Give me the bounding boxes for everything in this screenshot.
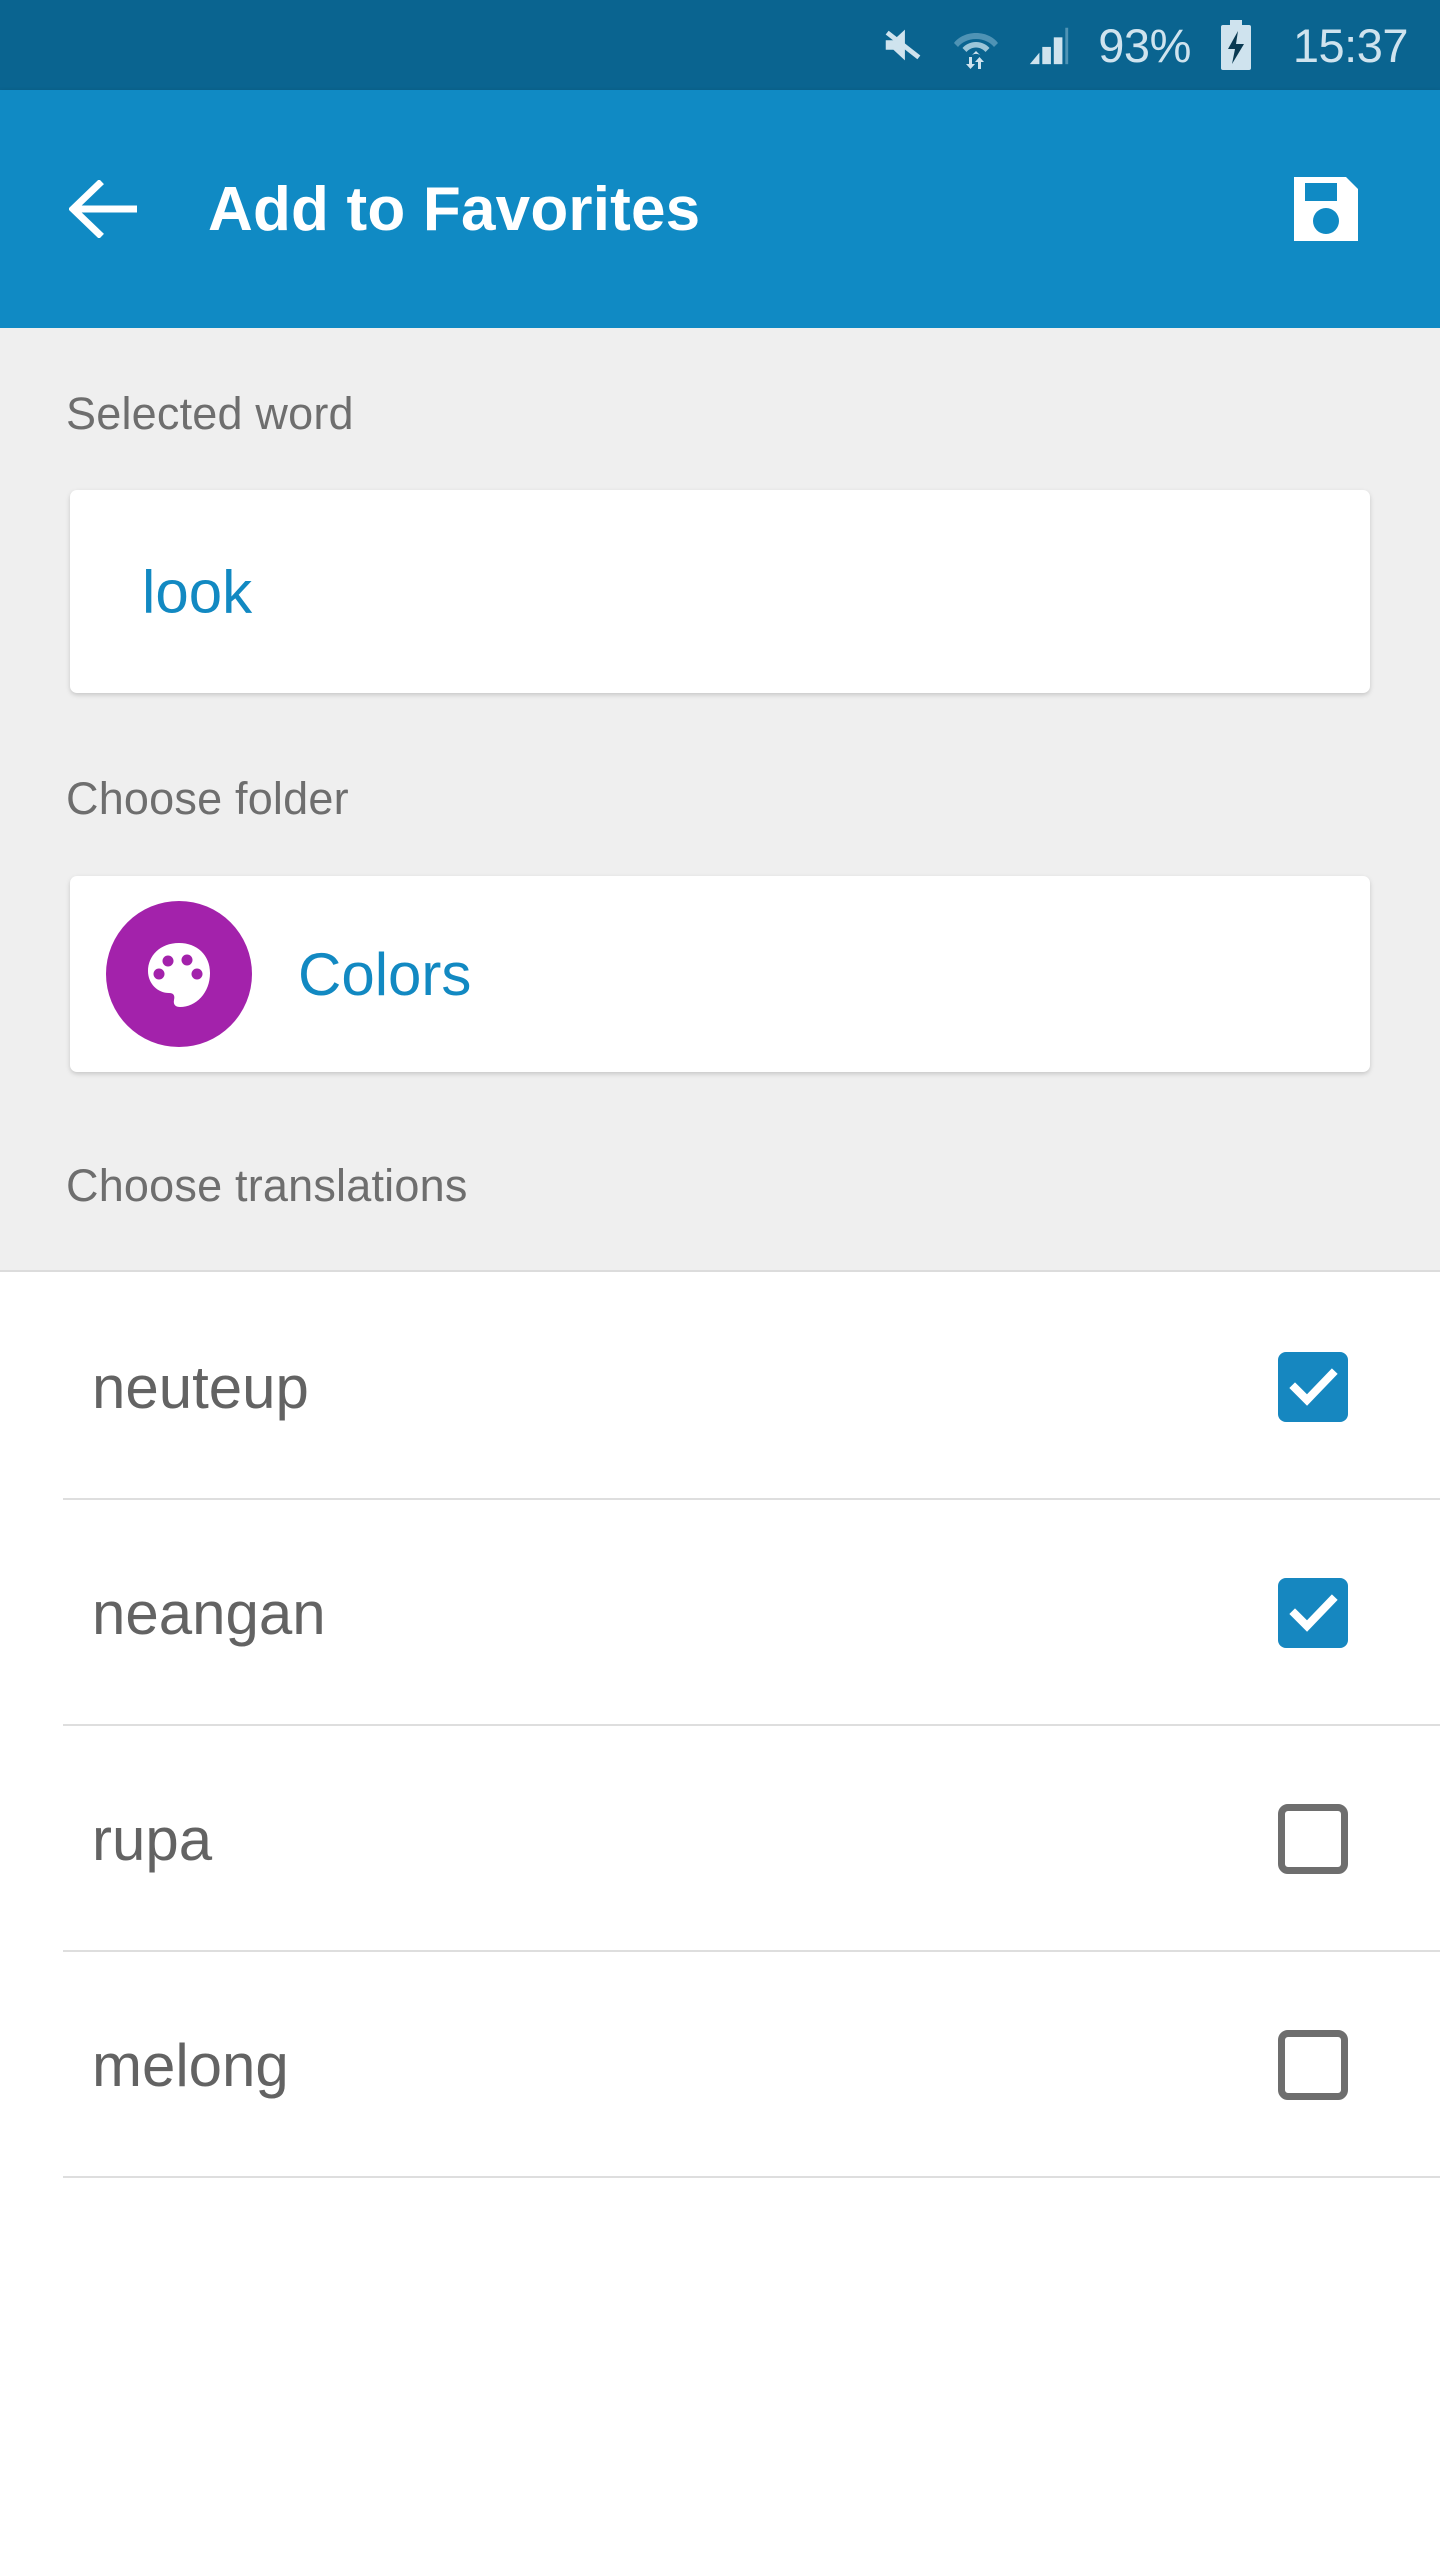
translation-checkbox[interactable]	[1278, 2030, 1348, 2100]
status-bar: 93% 15:37	[0, 0, 1440, 90]
page-title: Add to Favorites	[208, 174, 701, 244]
status-icon-group: 93% 15:37	[880, 18, 1409, 72]
translations-list: neuteup neangan rupa melong	[0, 1274, 1440, 2178]
folder-avatar	[106, 901, 252, 1047]
battery-percentage: 93%	[1098, 18, 1191, 72]
status-clock: 15:37	[1292, 18, 1409, 72]
app-screen: 93% 15:37 Add to Favorites Selected word…	[0, 0, 1440, 2560]
selected-word-label: Selected word	[66, 388, 354, 439]
mute-icon	[880, 22, 926, 68]
translation-label: melong	[92, 2031, 289, 2099]
choose-folder-label: Choose folder	[66, 773, 349, 824]
palette-icon	[140, 935, 218, 1013]
wifi-icon	[952, 21, 1000, 69]
translation-checkbox[interactable]	[1278, 1804, 1348, 1874]
save-floppy-icon	[1288, 171, 1364, 247]
choose-translations-label: Choose translations	[66, 1160, 468, 1211]
selected-word-value: look	[142, 558, 253, 625]
translation-label: neuteup	[92, 1353, 309, 1421]
save-button[interactable]	[1274, 157, 1378, 261]
battery-charging-icon	[1219, 20, 1253, 70]
translation-label: rupa	[92, 1805, 213, 1873]
translation-checkbox[interactable]	[1278, 1578, 1348, 1648]
back-arrow-icon	[69, 180, 141, 238]
choose-folder-card[interactable]: Colors	[70, 876, 1370, 1072]
folder-name: Colors	[298, 940, 472, 1008]
list-item[interactable]: melong	[0, 1952, 1440, 2178]
check-icon	[1289, 1368, 1338, 1406]
list-item[interactable]: neuteup	[0, 1274, 1440, 1500]
app-bar: Add to Favorites	[0, 90, 1440, 328]
list-item[interactable]: neangan	[0, 1500, 1440, 1726]
list-item[interactable]: rupa	[0, 1726, 1440, 1952]
check-icon	[1289, 1594, 1338, 1632]
back-button[interactable]	[50, 154, 160, 264]
translation-label: neangan	[92, 1579, 326, 1647]
signal-icon	[1026, 22, 1072, 68]
selected-word-card[interactable]: look	[70, 490, 1370, 693]
translation-checkbox[interactable]	[1278, 1352, 1348, 1422]
form-area: Selected word look Choose folder Colors …	[0, 328, 1440, 1272]
folder-row: Colors	[70, 876, 1370, 1072]
